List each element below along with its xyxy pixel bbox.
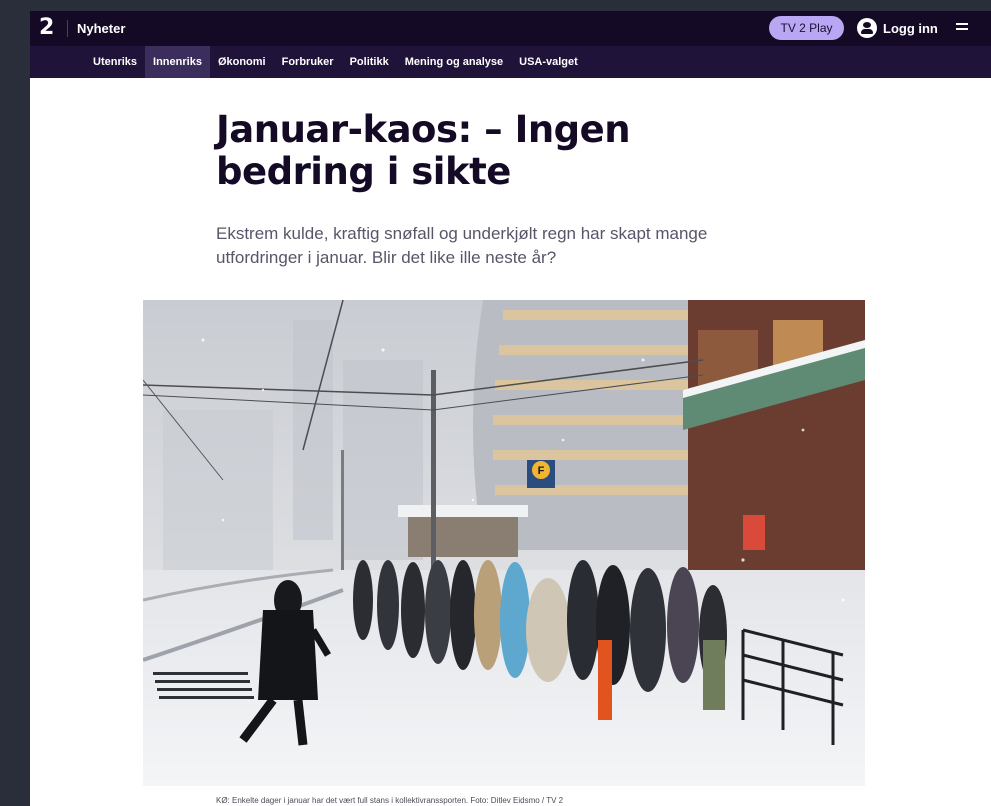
section-title[interactable]: Nyheter <box>77 21 125 36</box>
login-label: Logg inn <box>883 20 938 36</box>
nav-item-politikk[interactable]: Politikk <box>342 46 397 78</box>
nav-item-utenriks[interactable]: Utenriks <box>85 46 145 78</box>
nav-item-okonomi[interactable]: Økonomi <box>210 46 274 78</box>
article-photo: F <box>143 300 865 786</box>
section-nav: Utenriks Innenriks Økonomi Forbruker Pol… <box>30 46 991 78</box>
nav-item-innenriks[interactable]: Innenriks <box>145 46 210 78</box>
tv2-logo[interactable]: 2 <box>39 16 54 40</box>
user-icon <box>857 18 877 38</box>
tv2-play-button[interactable]: TV 2 Play <box>769 16 844 40</box>
article-headline: Januar-kaos: – Ingen bedring i sikte <box>216 108 631 193</box>
nav-item-forbruker[interactable]: Forbruker <box>274 46 342 78</box>
nav-item-mening-og-analyse[interactable]: Mening og analyse <box>397 46 511 78</box>
article-lead: Ekstrem kulde, kraftig snøfall og underk… <box>216 224 708 267</box>
logo-divider <box>67 20 68 37</box>
menu-icon[interactable] <box>956 23 968 33</box>
sign-letter: F <box>538 465 545 477</box>
top-bar: 2 Nyheter TV 2 Play Logg inn <box>30 11 991 46</box>
photo-caption: KØ: Enkelte dager i januar har det vært … <box>216 796 564 805</box>
snow-scene-image: F <box>143 300 865 786</box>
browser-page: 2 Nyheter TV 2 Play Logg inn Utenriks In… <box>30 11 991 806</box>
login-button[interactable]: Logg inn <box>857 16 938 40</box>
nav-item-usa-valget[interactable]: USA-valget <box>511 46 586 78</box>
